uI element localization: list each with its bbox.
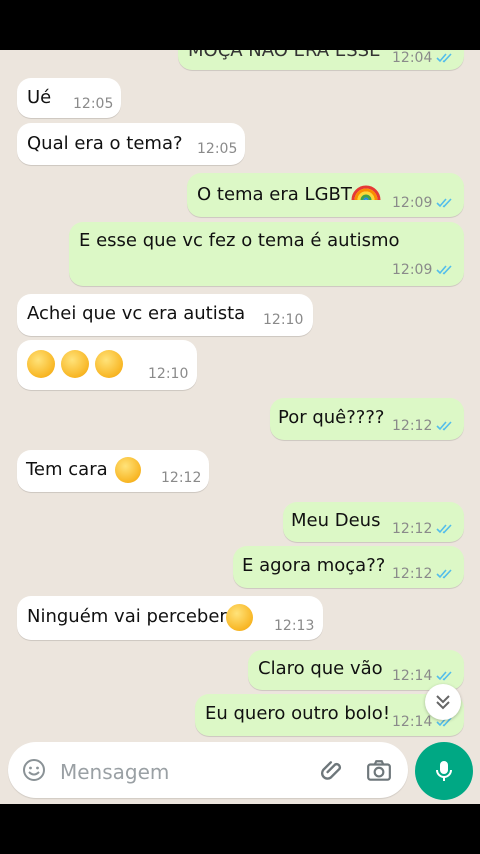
message-time: 12:12 [392, 566, 433, 582]
message-list[interactable]: MOÇA NÃO ERA ESSE 12:04 Ué 12:05 Qual er… [0, 50, 480, 804]
message-time: 12:14 [392, 668, 433, 684]
attach-icon[interactable] [320, 758, 346, 784]
rainbow-emoji-icon [351, 185, 381, 201]
message-out[interactable]: E agora moça?? 12:12 [233, 546, 464, 588]
message-text: Meu Deus [291, 510, 381, 531]
message-out[interactable]: Claro que vão 12:14 [248, 650, 464, 690]
message-composer[interactable]: Mensagem [8, 742, 408, 798]
message-text: Eu quero outro bolo! [205, 703, 391, 724]
message-out[interactable]: E esse que vc fez o tema é autismo 12:09 [69, 222, 464, 286]
message-out[interactable]: Por quê???? 12:12 [270, 398, 464, 440]
message-in[interactable]: Tem cara 12:12 [17, 450, 209, 492]
message-text: Ninguém vai perceber [27, 606, 227, 627]
read-double-check-icon [436, 198, 452, 208]
voice-record-button[interactable] [415, 742, 473, 800]
message-time: 12:05 [197, 141, 238, 157]
message-text: Por quê???? [278, 407, 385, 428]
message-text: Claro que vão [258, 658, 383, 679]
message-time: 12:12 [161, 470, 202, 486]
message-input[interactable]: Mensagem [60, 760, 169, 784]
face-with-hand-over-mouth-emoji-icon [115, 457, 141, 483]
message-in[interactable]: Ué 12:05 [17, 78, 121, 118]
thinking-face-emoji-icon [95, 350, 123, 378]
message-time: 12:10 [263, 312, 304, 328]
star-struck-emoji-icon [226, 604, 253, 631]
read-double-check-icon [436, 671, 452, 681]
whatsapp-chat-screen: MOÇA NÃO ERA ESSE 12:04 Ué 12:05 Qual er… [0, 0, 480, 854]
scroll-to-bottom-button[interactable] [425, 684, 461, 720]
message-in[interactable]: Achei que vc era autista 12:10 [17, 294, 313, 336]
message-in[interactable]: Ninguém vai perceber 12:13 [17, 596, 323, 640]
message-text: Achei que vc era autista [27, 303, 246, 324]
message-out[interactable]: MOÇA NÃO ERA ESSE 12:04 [178, 50, 464, 70]
message-out[interactable]: Meu Deus 12:12 [283, 502, 464, 542]
message-time: 12:05 [73, 96, 114, 112]
message-time: 12:12 [392, 521, 433, 537]
double-chevron-down-icon [436, 695, 450, 710]
message-time: 12:10 [148, 366, 189, 382]
message-time: 12:12 [392, 418, 433, 434]
message-time: 12:04 [392, 50, 433, 66]
read-double-check-icon [436, 569, 452, 579]
message-text: O tema era LGBT [197, 184, 352, 205]
read-double-check-icon [436, 53, 452, 63]
read-double-check-icon [436, 421, 452, 431]
message-in[interactable]: Qual era o tema? 12:05 [17, 123, 245, 165]
message-out[interactable]: O tema era LGBT 12:09 [187, 173, 464, 217]
camera-icon[interactable] [366, 758, 392, 784]
read-double-check-icon [436, 524, 452, 534]
message-out[interactable]: Eu quero outro bolo! 12:14 [195, 694, 464, 736]
message-text: MOÇA NÃO ERA ESSE [188, 50, 381, 61]
message-in[interactable]: 12:10 [17, 340, 197, 390]
message-time: 12:09 [392, 262, 433, 278]
message-time: 12:14 [392, 714, 433, 730]
message-text: E esse que vc fez o tema é autismo [79, 230, 400, 251]
thinking-face-emoji-icon [27, 350, 55, 378]
message-text: Ué [27, 87, 52, 108]
message-text: E agora moça?? [242, 555, 386, 576]
emoji-icon[interactable] [22, 758, 46, 782]
read-double-check-icon [436, 265, 452, 275]
message-text: Qual era o tema? [27, 133, 183, 154]
message-time: 12:09 [392, 195, 433, 211]
mic-icon [436, 761, 452, 781]
message-text: Tem cara [26, 459, 108, 480]
thinking-face-emoji-icon [61, 350, 89, 378]
message-time: 12:13 [274, 618, 315, 634]
